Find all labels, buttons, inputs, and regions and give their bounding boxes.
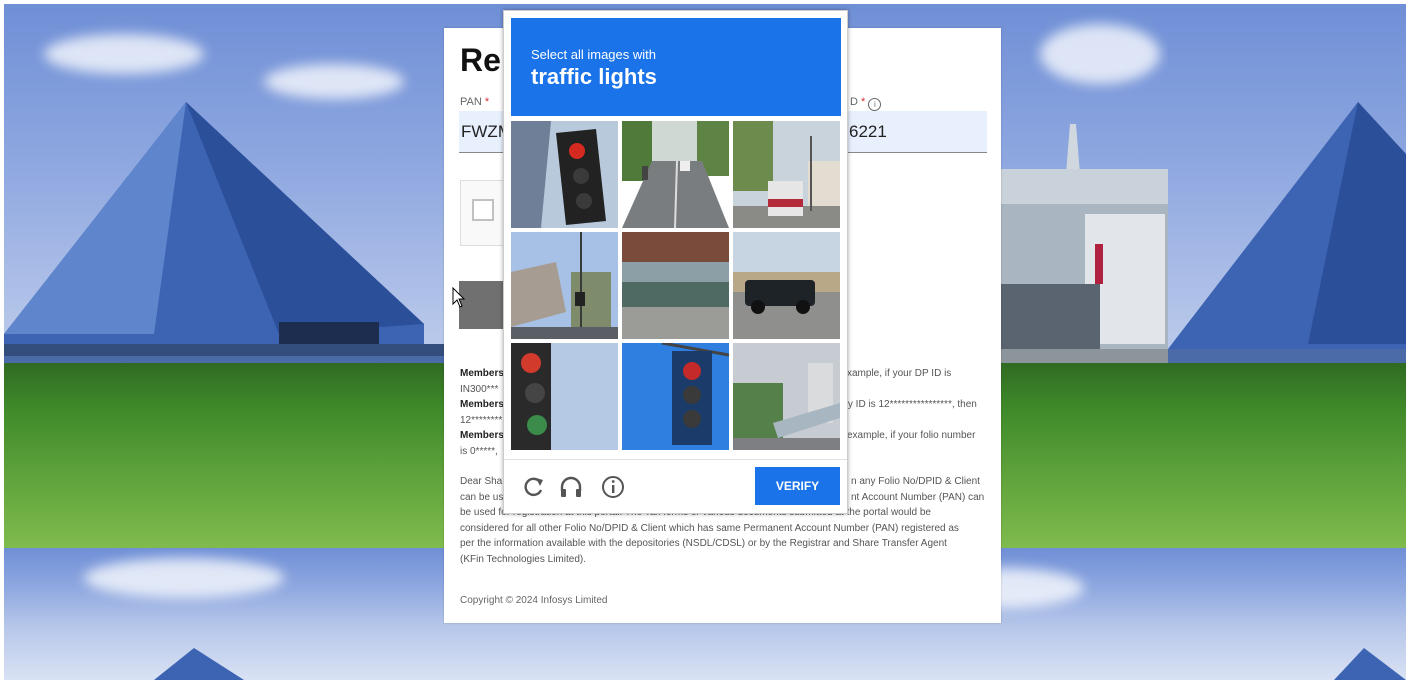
captcha-tile-5[interactable]	[622, 232, 729, 339]
captcha-tile-3[interactable]	[733, 121, 840, 228]
info-line: is 0*****,	[460, 445, 498, 457]
notice-line: can be us	[460, 491, 504, 503]
dp-id-input[interactable]: 6221	[847, 111, 987, 153]
headphones-icon[interactable]	[558, 474, 584, 500]
captcha-tile-8[interactable]	[622, 343, 729, 450]
captcha-tile-2[interactable]	[622, 121, 729, 228]
info-line: xample, if your DP ID is	[847, 368, 952, 379]
recaptcha-checkbox[interactable]	[472, 199, 494, 221]
notice-line: (KFin Technologies Limited).	[460, 553, 586, 565]
required-mark: *	[484, 96, 490, 108]
dp-id-label: D * i	[850, 96, 882, 111]
challenge-header: Select all images with traffic lights	[511, 18, 841, 116]
notice-right-fragments: n any Folio No/DPID & Client nt Account …	[851, 474, 984, 505]
background-tile-pyramid-left	[4, 4, 444, 548]
dp-id-value: 6221	[849, 122, 887, 141]
copyright-text: Copyright © 2024 Infosys Limited	[460, 595, 608, 606]
info-line: ary ID is 12****************, then	[839, 399, 977, 410]
info-line: Members	[460, 430, 504, 441]
notice-line: Dear Sha	[460, 476, 503, 487]
info-line: Members	[460, 368, 504, 379]
challenge-target: traffic lights	[531, 64, 657, 89]
info-line: 12********	[460, 414, 503, 426]
info-icon[interactable]	[600, 474, 626, 500]
notice-line: per the information available with the d…	[460, 538, 947, 549]
captcha-tile-1[interactable]	[511, 121, 618, 228]
notice-line: nt Account Number (PAN) can	[851, 491, 985, 503]
info-line: Members	[460, 399, 504, 410]
info-circle-icon[interactable]: i	[868, 98, 882, 111]
info-line: IN300***	[460, 383, 499, 395]
reload-icon[interactable]	[520, 474, 546, 500]
challenge-image-grid	[511, 121, 841, 451]
pan-label-text: PAN	[460, 96, 482, 108]
pan-label: PAN *	[460, 96, 489, 108]
recaptcha-challenge-dialog: Select all images with traffic lights VE…	[503, 10, 848, 514]
challenge-footer: VERIFY	[504, 459, 847, 515]
captcha-tile-7[interactable]	[511, 343, 618, 450]
member-info-left: Members IN300*** Members 12******** Memb…	[460, 366, 504, 459]
background-tile-pyramid-right	[1168, 4, 1406, 548]
member-info-right: xample, if your DP ID is ary ID is 12***…	[839, 366, 977, 444]
mouse-cursor-icon	[452, 287, 466, 308]
notice-line: considered for all other Folio No/DPID &…	[460, 522, 959, 534]
required-mark: *	[861, 96, 866, 108]
notice-left-fragments: Dear Sha can be us	[460, 474, 503, 505]
verify-button[interactable]: VERIFY	[755, 467, 840, 505]
captcha-tile-6[interactable]	[733, 232, 840, 339]
challenge-instruction: Select all images with	[531, 47, 656, 62]
captcha-tile-4[interactable]	[511, 232, 618, 339]
page-title: Re	[460, 42, 501, 78]
background-tile-building	[1000, 4, 1168, 548]
info-line: example, if your folio number	[847, 430, 976, 441]
dp-id-label-text: D	[850, 96, 858, 108]
captcha-tile-9[interactable]	[733, 343, 840, 450]
notice-line: n any Folio No/DPID & Client	[851, 476, 980, 487]
